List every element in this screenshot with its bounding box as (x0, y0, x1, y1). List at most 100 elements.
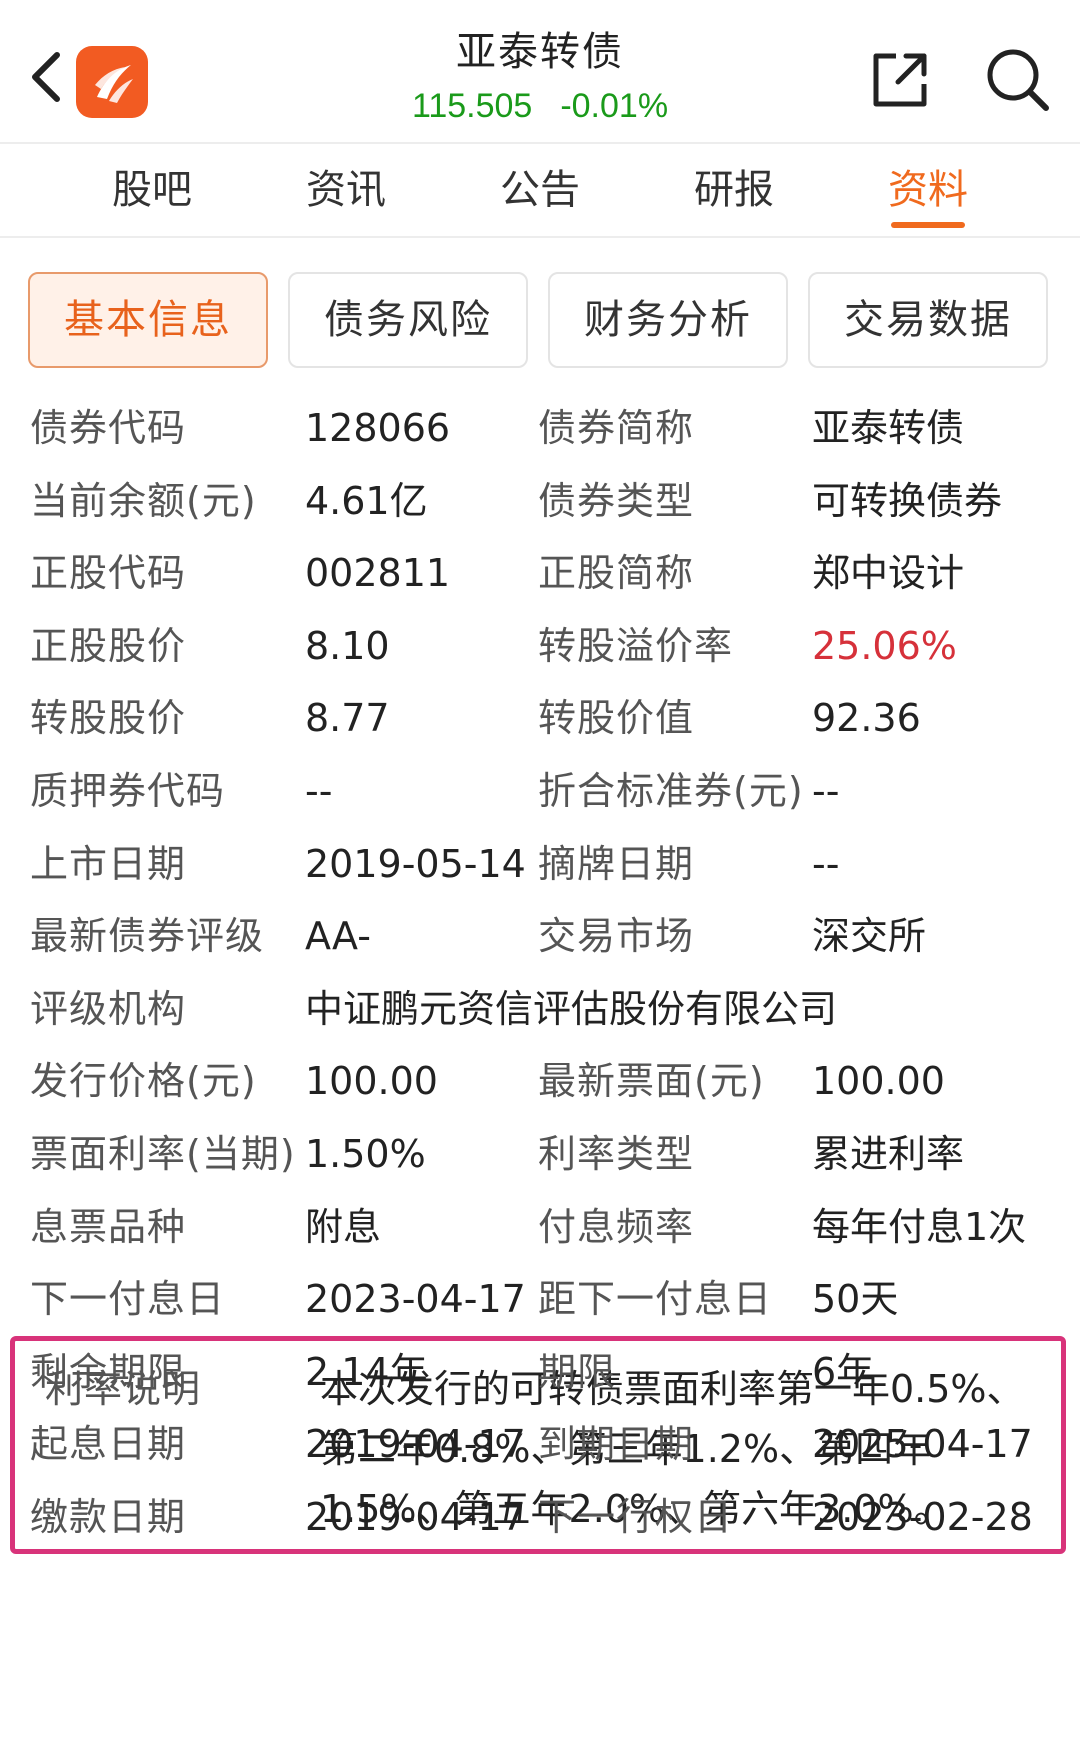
info-value: 累进利率 (812, 1131, 965, 1176)
info-label: 起息日期 (30, 1422, 187, 1467)
price-change: -0.01% (560, 87, 669, 125)
info-value: 附息 (305, 1204, 382, 1249)
back-button[interactable] (22, 42, 72, 112)
subtab-basic-info[interactable]: 基本信息 (28, 272, 268, 368)
info-label: 转股股价 (30, 696, 187, 741)
info-value: AA- (305, 914, 371, 959)
app-header: 亚泰转债 115.505 -0.01% (0, 0, 1080, 144)
info-value: 2019-04-17 (305, 1422, 526, 1467)
info-row: 发行价格(元) 100.00 最新票面(元) 100.00 (0, 1045, 1080, 1118)
info-value: 每年付息1次 (812, 1204, 1027, 1249)
tab-label: 股吧 (112, 167, 192, 213)
info-value: 100.00 (812, 1059, 945, 1104)
info-label: 最新票面(元) (538, 1059, 765, 1104)
info-label: 摘牌日期 (538, 841, 695, 886)
info-label: 债券类型 (538, 478, 695, 523)
info-label: 评级机构 (30, 986, 187, 1031)
active-tab-indicator (891, 222, 965, 228)
info-value: 8.10 (305, 623, 390, 668)
info-label: 债券简称 (538, 406, 695, 450)
info-value: 8.77 (305, 696, 390, 741)
tab-announcements[interactable]: 公告 (470, 144, 610, 236)
chevron-left-icon (32, 52, 60, 102)
info-value: -- (305, 768, 333, 813)
info-label: 下一付息日 (30, 1277, 226, 1322)
info-label: 质押券代码 (30, 768, 226, 813)
title-block: 亚泰转债 115.505 -0.01% (340, 24, 740, 126)
info-value: 亚泰转债 (812, 406, 965, 450)
info-row: 当前余额(元) 4.61亿 债券类型 可转换债券 (0, 465, 1080, 538)
tab-news[interactable]: 资讯 (276, 144, 416, 236)
info-row: 起息日期 2019-04-17 到期日期 2025-04-17 (0, 1408, 1080, 1481)
info-row: 质押券代码 -- 折合标准券(元) -- (0, 755, 1080, 828)
subtab-trading-data[interactable]: 交易数据 (808, 272, 1048, 368)
info-label: 当前余额(元) (30, 478, 257, 523)
info-value: 可转换债券 (812, 478, 1003, 523)
last-price: 115.505 (411, 87, 533, 125)
info-value: -- (812, 768, 840, 813)
info-label: 债券代码 (30, 406, 187, 450)
info-row: 票面利率(当期) 1.50% 利率类型 累进利率 (0, 1118, 1080, 1191)
info-value: 2023-02-28 (812, 1494, 1033, 1539)
info-value: 中证鹏元资信评估股份有限公司 (305, 986, 838, 1031)
info-label: 息票品种 (30, 1204, 187, 1249)
info-row: 下一付息日 2023-04-17 距下一付息日 50天 (0, 1263, 1080, 1336)
info-value: 深交所 (812, 914, 927, 959)
share-external-icon (873, 53, 927, 107)
info-label: 转股溢价率 (538, 623, 734, 668)
tab-label: 资讯 (306, 167, 386, 213)
info-label: 剩余期限 (30, 1349, 187, 1394)
main-tabs: 股吧 资讯 公告 研报 资料 (0, 144, 1080, 238)
info-value: 92.36 (812, 696, 921, 741)
info-value: 2.14年 (305, 1349, 428, 1394)
info-label: 利率类型 (538, 1131, 695, 1176)
info-row: 评级机构 中证鹏元资信评估股份有限公司 (0, 973, 1080, 1046)
subtab-debt-risk[interactable]: 债务风险 (288, 272, 528, 368)
app-logo-icon[interactable] (76, 46, 148, 118)
quote-line: 115.505 -0.01% (340, 86, 740, 126)
sub-tabs: 基本信息 债务风险 财务分析 交易数据 (28, 272, 1052, 370)
info-label: 折合标准券(元) (538, 768, 804, 813)
info-label: 上市日期 (30, 841, 187, 886)
page-title: 亚泰转债 (456, 29, 624, 75)
info-label: 正股代码 (30, 551, 187, 596)
info-label: 付息频率 (538, 1204, 695, 1249)
info-value: 002811 (305, 551, 451, 596)
share-button[interactable] (870, 50, 930, 110)
search-icon (987, 49, 1049, 111)
info-row: 缴款日期 2019-04-17 下一行权日 2023-02-28 (0, 1481, 1080, 1554)
info-value: 2023-04-17 (305, 1277, 526, 1322)
tab-label: 研报 (694, 167, 774, 213)
info-row: 正股股价 8.10 转股溢价率 25.06% (0, 610, 1080, 683)
info-value: 50天 (812, 1277, 899, 1322)
subtab-financial-analysis[interactable]: 财务分析 (548, 272, 788, 368)
info-row: 正股代码 002811 正股简称 郑中设计 (0, 537, 1080, 610)
info-label: 到期日期 (538, 1422, 695, 1467)
tab-research[interactable]: 研报 (664, 144, 804, 236)
info-value: 2025-04-17 (812, 1422, 1033, 1467)
info-label: 距下一付息日 (538, 1277, 773, 1322)
info-value: 1.50% (305, 1131, 426, 1176)
info-row: 最新债券评级 AA- 交易市场 深交所 (0, 900, 1080, 973)
info-value: 128066 (305, 406, 451, 450)
info-label: 正股股价 (30, 623, 187, 668)
info-row: 债券代码 128066 债券简称 亚泰转债 (0, 392, 1080, 465)
tab-guba[interactable]: 股吧 (82, 144, 222, 236)
info-label: 转股价值 (538, 696, 695, 741)
bond-info: 债券代码 128066 债券简称 亚泰转债当前余额(元) 4.61亿 债券类型 可转换债券正… (0, 392, 1080, 1554)
info-label: 正股简称 (538, 551, 695, 596)
info-value: 2019-04-17 (305, 1494, 526, 1539)
tab-profile[interactable]: 资料 (858, 144, 998, 236)
info-row: 剩余期限 2.14年 期限 6年 (0, 1336, 1080, 1409)
info-value: 100.00 (305, 1059, 438, 1104)
tab-label: 公告 (500, 167, 580, 213)
info-label: 交易市场 (538, 914, 695, 959)
info-label: 票面利率(当期) (30, 1131, 296, 1176)
info-label: 缴款日期 (30, 1494, 187, 1539)
info-label: 最新债券评级 (30, 914, 265, 959)
info-value: 4.61亿 (305, 478, 428, 523)
info-value: 2019-05-14 (305, 841, 526, 886)
info-row: 上市日期 2019-05-14 摘牌日期 -- (0, 828, 1080, 901)
search-button[interactable] (984, 46, 1050, 112)
info-label: 期限 (538, 1349, 617, 1394)
